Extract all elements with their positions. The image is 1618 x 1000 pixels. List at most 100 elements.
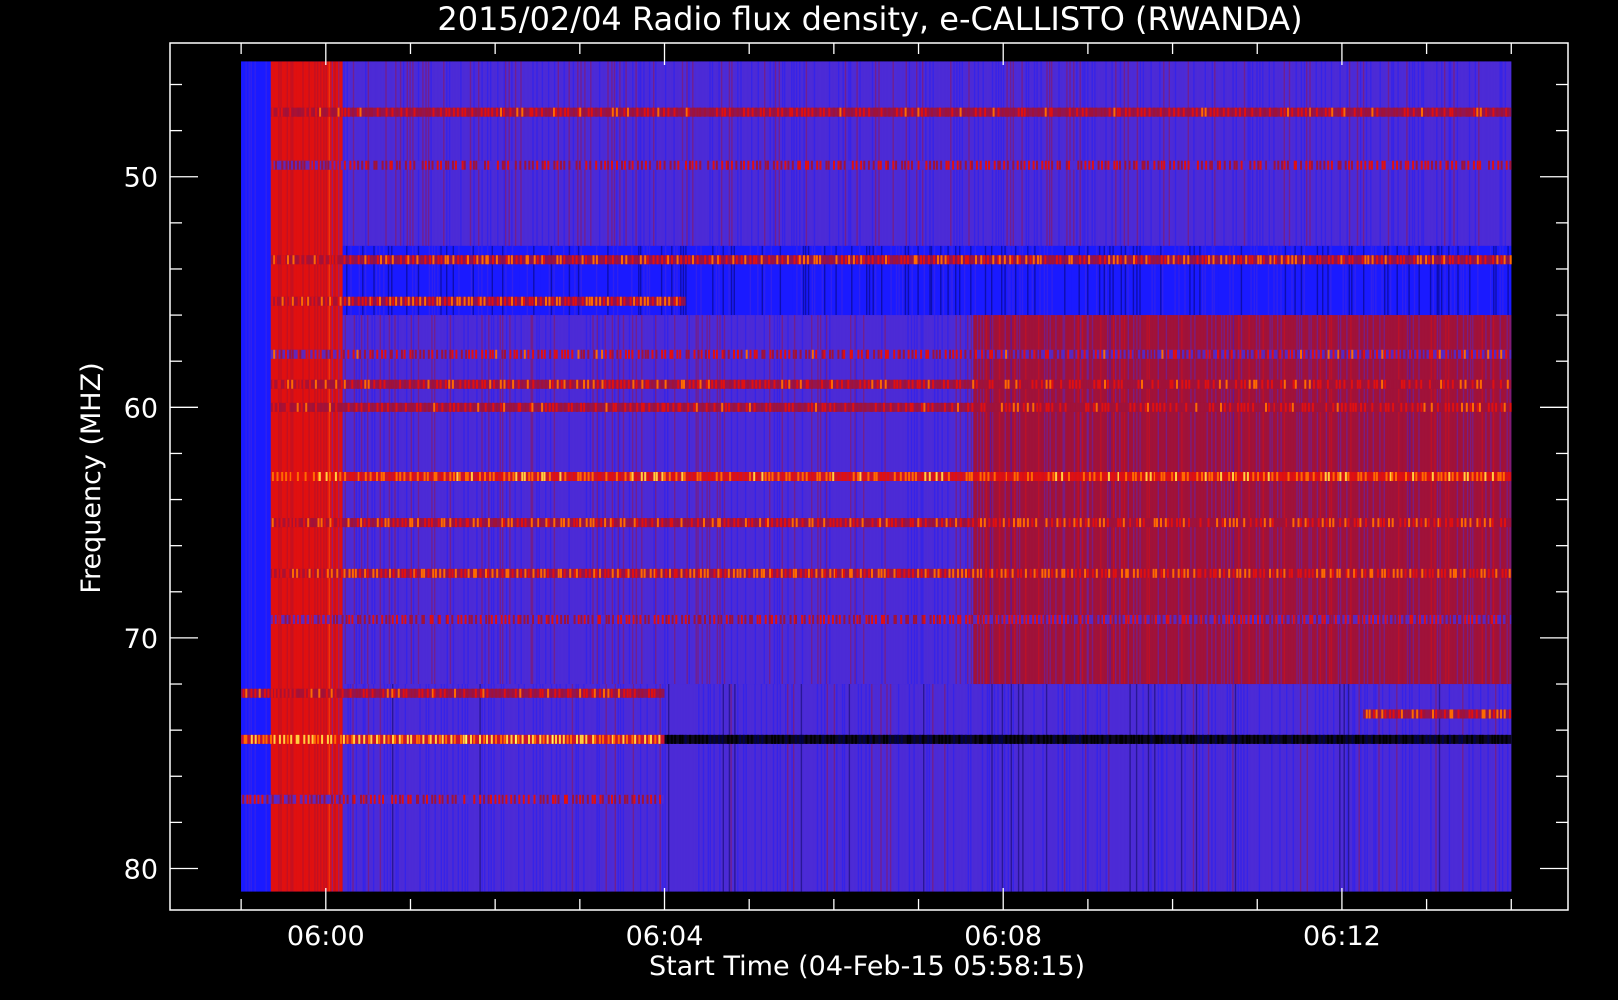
band-column xyxy=(1306,472,1309,481)
band-column xyxy=(635,568,638,578)
band-column xyxy=(769,107,771,117)
band-column xyxy=(1160,568,1163,578)
band-column xyxy=(571,255,574,265)
band-column xyxy=(489,472,492,481)
band-column xyxy=(1097,379,1100,389)
band-column xyxy=(512,402,515,412)
band-column xyxy=(1420,160,1423,170)
band-column xyxy=(1291,255,1294,265)
band-column xyxy=(1144,614,1147,624)
spectrogram-column xyxy=(1053,684,1056,892)
spectrogram-column xyxy=(655,684,657,892)
band-column xyxy=(1424,349,1427,359)
band-column xyxy=(887,255,890,265)
band-column xyxy=(323,518,326,528)
spectrogram-column xyxy=(1327,61,1330,246)
band-column xyxy=(1463,160,1466,170)
band-column xyxy=(1040,614,1043,624)
spectrogram-column xyxy=(671,315,673,685)
spectrogram-column xyxy=(1130,315,1132,685)
band-column xyxy=(1303,614,1306,624)
band-column xyxy=(764,614,767,624)
band-column xyxy=(893,255,896,265)
band-column xyxy=(1299,614,1302,624)
band-column xyxy=(1048,614,1051,624)
band-column xyxy=(733,402,736,412)
band-column xyxy=(364,568,367,578)
band-column xyxy=(1228,472,1231,481)
spectrogram-column xyxy=(406,315,408,685)
band-column xyxy=(825,472,828,481)
band-column xyxy=(303,296,306,306)
band-column xyxy=(642,402,645,412)
band-column xyxy=(1205,349,1208,359)
band-column xyxy=(1408,379,1411,389)
band-column xyxy=(863,160,866,170)
band-column xyxy=(763,349,766,359)
band-column xyxy=(998,255,1001,265)
band-column xyxy=(484,472,486,481)
band-column xyxy=(1056,160,1059,170)
spectrogram-column xyxy=(965,684,967,892)
band-column xyxy=(528,296,531,306)
spectrogram-column xyxy=(1108,684,1110,892)
band-column xyxy=(1407,160,1410,170)
band-column xyxy=(329,296,332,306)
band-column xyxy=(495,614,498,624)
spectrogram-column xyxy=(709,684,711,892)
band-column xyxy=(1289,614,1292,624)
spectrogram-column xyxy=(605,684,607,892)
band-column xyxy=(878,402,881,412)
band-column xyxy=(651,379,654,389)
band-column xyxy=(372,472,375,481)
spectrogram-column xyxy=(646,61,649,246)
band-column xyxy=(309,379,311,389)
spectrogram-column xyxy=(1123,61,1126,246)
spectrogram-column xyxy=(389,684,392,892)
spectrogram-column xyxy=(371,315,373,685)
band-column xyxy=(1330,160,1333,170)
band-column xyxy=(1448,472,1451,481)
spectrogram-column xyxy=(448,61,451,246)
band-column xyxy=(318,472,321,481)
band-column xyxy=(315,107,318,117)
band-column xyxy=(664,296,667,306)
band-column xyxy=(1073,518,1076,528)
emission-band xyxy=(270,472,1512,481)
band-column xyxy=(837,349,840,359)
band-column xyxy=(595,107,598,117)
spectrogram-column xyxy=(1370,315,1372,685)
spectrogram-column xyxy=(1063,684,1066,892)
band-column xyxy=(651,296,654,306)
spectrogram-column xyxy=(1006,61,1008,246)
spectrogram-column xyxy=(688,61,690,246)
band-column xyxy=(796,379,799,389)
band-column xyxy=(1176,614,1179,624)
spectrogram-column xyxy=(711,61,714,246)
band-column xyxy=(619,296,622,306)
band-column xyxy=(1419,255,1422,265)
band-column xyxy=(952,614,955,624)
band-column xyxy=(1204,107,1207,117)
spectrogram-column xyxy=(446,61,448,246)
band-column xyxy=(1464,379,1467,389)
band-column xyxy=(1323,255,1326,265)
band-column xyxy=(992,518,995,528)
band-column xyxy=(1360,402,1362,412)
spectrogram-column xyxy=(1310,315,1312,685)
spectrogram-column xyxy=(497,315,499,685)
band-column xyxy=(1444,402,1447,412)
band-column xyxy=(403,472,406,481)
spectrogram-column xyxy=(625,684,628,892)
band-column xyxy=(536,255,539,265)
band-column xyxy=(527,568,530,578)
spectrogram-column xyxy=(436,315,438,685)
band-column xyxy=(805,472,808,481)
band-column xyxy=(1471,379,1474,389)
band-column xyxy=(1154,614,1157,624)
spectrogram-column xyxy=(875,315,877,685)
band-column xyxy=(1353,107,1356,117)
spectrogram-column xyxy=(574,315,576,685)
band-column xyxy=(444,349,447,359)
spectrogram-column xyxy=(842,61,844,246)
